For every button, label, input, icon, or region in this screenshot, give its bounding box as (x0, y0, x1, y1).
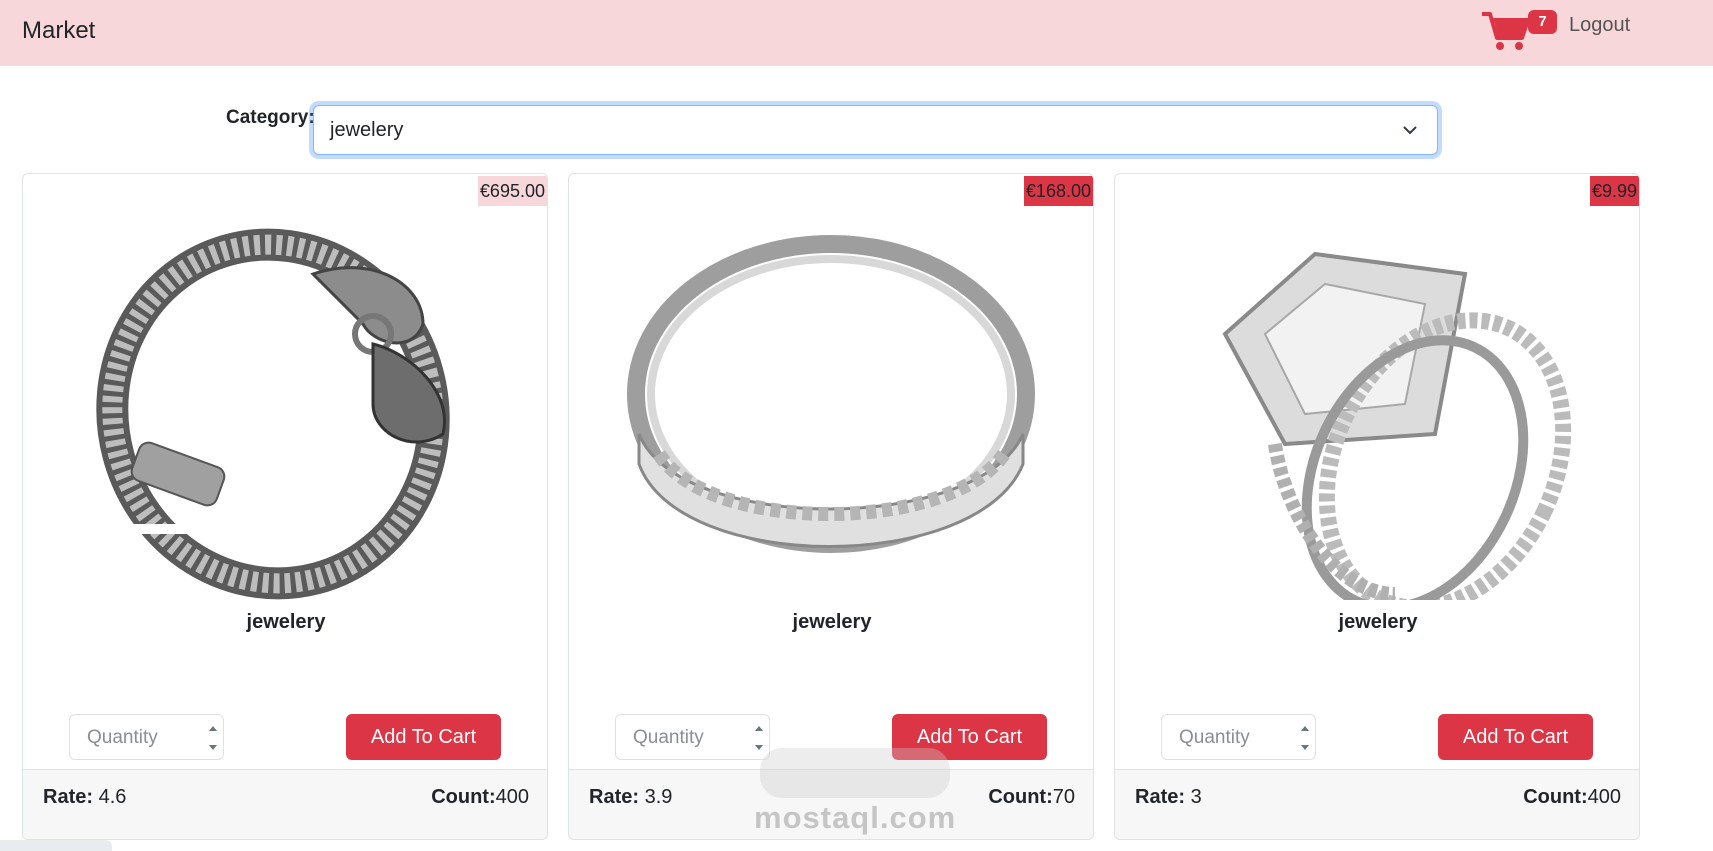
rate-label: Rate: (589, 786, 640, 808)
product-card: €9.99 jewelery Quantity Add To Cart Rate… (1114, 173, 1640, 840)
rating: Rate: 3 (1135, 786, 1202, 809)
quantity-input[interactable]: Quantity (69, 714, 224, 760)
quantity-placeholder: Quantity (633, 727, 704, 748)
cart-count-badge: 7 (1528, 10, 1557, 34)
price-badge: €695.00 (477, 176, 547, 206)
rating: Rate: 4.6 (43, 786, 126, 809)
chevron-down-icon (1403, 126, 1417, 135)
logout-link[interactable]: Logout (1569, 14, 1630, 37)
price-badge: €168.00 (1023, 176, 1093, 206)
product-card: €695.00 jewelery Quantity Add To Cart Ra… (22, 173, 548, 840)
spinner-arrows-icon[interactable] (207, 721, 219, 755)
cart-button[interactable]: 7 (1480, 8, 1560, 52)
spinner-arrows-icon[interactable] (1299, 721, 1311, 755)
card-footer: Rate: 4.6 Count:400 (23, 769, 547, 839)
add-to-cart-button[interactable]: Add To Cart (1438, 714, 1593, 760)
rate-value: 4.6 (98, 786, 127, 808)
watermark-text: mostaql.com (754, 800, 957, 835)
navbar: Market 7 Logout (0, 0, 1713, 66)
count-label: Count: (988, 786, 1053, 808)
card-footer: Rate: 3 Count:400 (1115, 769, 1639, 839)
count-value: 400 (495, 786, 529, 808)
quantity-placeholder: Quantity (87, 727, 158, 748)
brand-title[interactable]: Market (22, 17, 95, 45)
rate-label: Rate: (43, 786, 94, 808)
quantity-placeholder: Quantity (1179, 727, 1250, 748)
quantity-input[interactable]: Quantity (1161, 714, 1316, 760)
rate-label: Rate: (1135, 786, 1186, 808)
count-label: Count: (431, 786, 496, 808)
count-value: 400 (1587, 786, 1621, 808)
category-select[interactable]: jewelery (313, 105, 1438, 155)
count: Count:400 (431, 786, 529, 809)
corner-tab (0, 840, 112, 851)
product-image-ring[interactable] (619, 214, 1045, 600)
count-value: 70 (1052, 786, 1075, 808)
category-selected-value: jewelery (330, 119, 404, 141)
product-image-bracelet[interactable] (73, 214, 499, 600)
category-label: Category: (226, 107, 315, 128)
rate-value: 3.9 (644, 786, 673, 808)
product-category: jewelery (246, 611, 326, 633)
count-label: Count: (1523, 786, 1588, 808)
product-image-engagement-ring[interactable] (1165, 214, 1591, 600)
rating: Rate: 3.9 (589, 786, 672, 809)
quantity-input[interactable]: Quantity (615, 714, 770, 760)
count: Count:400 (1523, 786, 1621, 809)
price-badge: €9.99 (1589, 176, 1639, 206)
add-to-cart-button[interactable]: Add To Cart (346, 714, 501, 760)
rate-value: 3 (1190, 786, 1202, 808)
count: Count:70 (988, 786, 1075, 809)
product-category: jewelery (792, 611, 872, 633)
product-category: jewelery (1338, 611, 1418, 633)
